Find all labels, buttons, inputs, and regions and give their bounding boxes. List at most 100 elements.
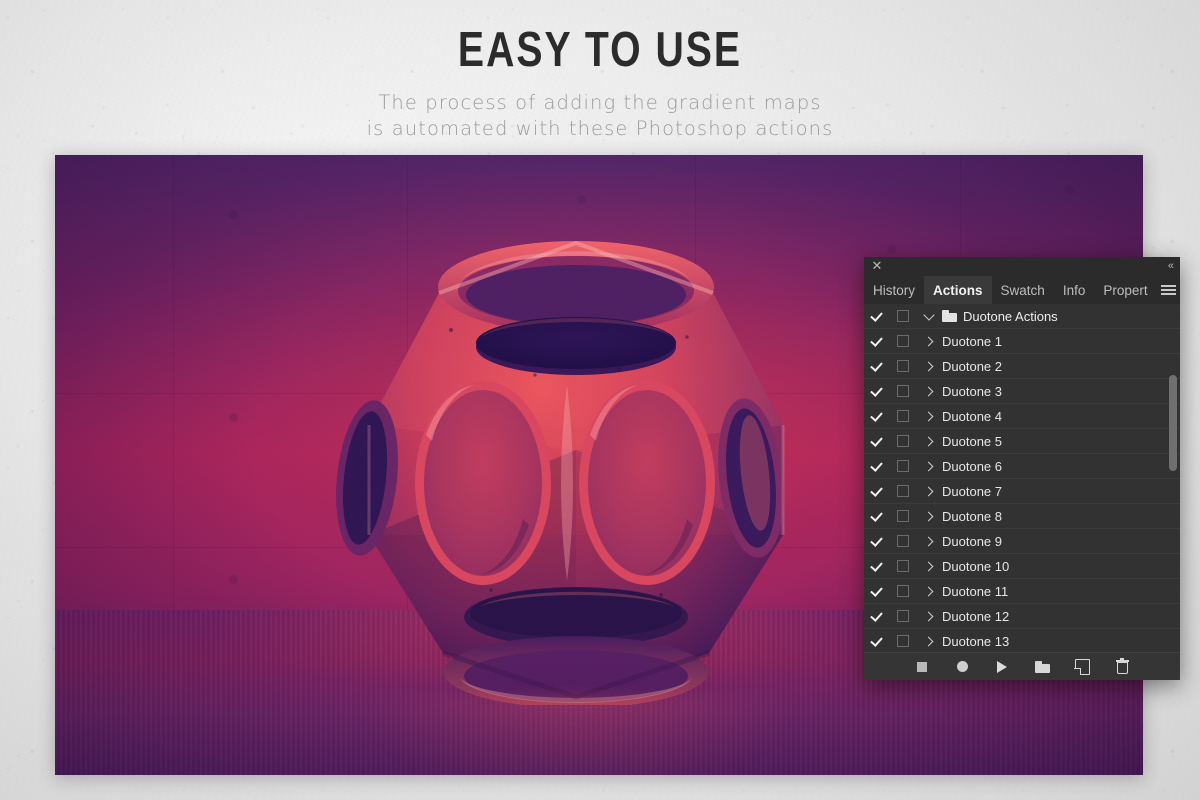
expand-collapse-toggle[interactable] bbox=[916, 563, 942, 570]
row-dialog-toggle[interactable] bbox=[890, 310, 916, 322]
table-row[interactable]: Duotone 7 bbox=[864, 479, 1180, 504]
row-content: Duotone Actions bbox=[942, 309, 1180, 324]
actions-list[interactable]: Duotone Actions Duotone 1 Duotone 2 bbox=[864, 304, 1180, 652]
row-enabled-toggle[interactable] bbox=[864, 610, 890, 622]
expand-collapse-toggle[interactable] bbox=[916, 513, 942, 520]
table-row[interactable]: Duotone 9 bbox=[864, 529, 1180, 554]
expand-collapse-toggle[interactable] bbox=[916, 311, 942, 322]
expand-collapse-toggle[interactable] bbox=[916, 613, 942, 620]
table-row[interactable]: Duotone 3 bbox=[864, 379, 1180, 404]
row-enabled-toggle[interactable] bbox=[864, 310, 890, 322]
tab-actions[interactable]: Actions bbox=[924, 276, 992, 304]
expand-collapse-toggle[interactable] bbox=[916, 538, 942, 545]
chevron-right-icon bbox=[923, 561, 933, 571]
close-icon[interactable]: ✕ bbox=[870, 259, 884, 273]
chevron-right-icon bbox=[923, 361, 933, 371]
action-label: Duotone 8 bbox=[942, 509, 1002, 524]
create-new-action-button[interactable] bbox=[1073, 658, 1091, 676]
checkmark-icon bbox=[871, 460, 883, 472]
checkmark-icon bbox=[871, 610, 883, 622]
row-enabled-toggle[interactable] bbox=[864, 485, 890, 497]
row-dialog-toggle[interactable] bbox=[890, 635, 916, 647]
table-row[interactable]: Duotone 10 bbox=[864, 554, 1180, 579]
panel-tab-bar: History Actions Swatch Info Propert bbox=[864, 276, 1180, 304]
table-row[interactable]: Duotone 4 bbox=[864, 404, 1180, 429]
row-content: Duotone 10 bbox=[942, 559, 1180, 574]
tab-properties[interactable]: Propert bbox=[1094, 276, 1156, 304]
row-enabled-toggle[interactable] bbox=[864, 360, 890, 372]
expand-collapse-toggle[interactable] bbox=[916, 488, 942, 495]
row-enabled-toggle[interactable] bbox=[864, 410, 890, 422]
table-row[interactable]: Duotone 2 bbox=[864, 354, 1180, 379]
row-enabled-toggle[interactable] bbox=[864, 385, 890, 397]
actions-set-row[interactable]: Duotone Actions bbox=[864, 304, 1180, 329]
row-dialog-toggle[interactable] bbox=[890, 360, 916, 372]
dialog-checkbox-icon bbox=[897, 410, 909, 422]
expand-collapse-toggle[interactable] bbox=[916, 363, 942, 370]
chevron-right-icon bbox=[923, 461, 933, 471]
row-dialog-toggle[interactable] bbox=[890, 535, 916, 547]
table-row[interactable]: Duotone 6 bbox=[864, 454, 1180, 479]
record-circle-icon bbox=[957, 661, 968, 672]
panel-menu-hamburger-icon[interactable] bbox=[1157, 276, 1185, 304]
table-row[interactable]: Duotone 12 bbox=[864, 604, 1180, 629]
chevron-right-icon bbox=[923, 436, 933, 446]
expand-collapse-toggle[interactable] bbox=[916, 338, 942, 345]
table-row[interactable]: Duotone 1 bbox=[864, 329, 1180, 354]
row-dialog-toggle[interactable] bbox=[890, 585, 916, 597]
delete-button[interactable] bbox=[1113, 658, 1131, 676]
row-enabled-toggle[interactable] bbox=[864, 560, 890, 572]
dialog-checkbox-icon bbox=[897, 585, 909, 597]
row-dialog-toggle[interactable] bbox=[890, 385, 916, 397]
collapse-double-chevron-icon[interactable]: « bbox=[1168, 260, 1173, 272]
row-dialog-toggle[interactable] bbox=[890, 435, 916, 447]
expand-collapse-toggle[interactable] bbox=[916, 588, 942, 595]
row-dialog-toggle[interactable] bbox=[890, 510, 916, 522]
checkmark-icon bbox=[871, 410, 883, 422]
begin-recording-button[interactable] bbox=[953, 658, 971, 676]
expand-collapse-toggle[interactable] bbox=[916, 438, 942, 445]
hero-text-block: EASY TO USE The process of adding the gr… bbox=[0, 26, 1200, 142]
actions-panel-toolbar bbox=[864, 652, 1180, 680]
tab-history[interactable]: History bbox=[864, 276, 924, 304]
scrollbar-thumb[interactable] bbox=[1169, 375, 1177, 471]
row-dialog-toggle[interactable] bbox=[890, 560, 916, 572]
new-page-icon bbox=[1075, 659, 1090, 675]
actions-list-scrollbar[interactable] bbox=[1169, 306, 1177, 650]
stop-playing-button[interactable] bbox=[913, 658, 931, 676]
checkmark-icon bbox=[871, 635, 883, 647]
expand-collapse-toggle[interactable] bbox=[916, 388, 942, 395]
expand-collapse-toggle[interactable] bbox=[916, 413, 942, 420]
table-row[interactable]: Duotone 5 bbox=[864, 429, 1180, 454]
row-enabled-toggle[interactable] bbox=[864, 335, 890, 347]
row-enabled-toggle[interactable] bbox=[864, 535, 890, 547]
table-row[interactable]: Duotone 13 bbox=[864, 629, 1180, 652]
row-enabled-toggle[interactable] bbox=[864, 635, 890, 647]
play-selection-button[interactable] bbox=[993, 658, 1011, 676]
row-enabled-toggle[interactable] bbox=[864, 585, 890, 597]
trash-icon bbox=[1116, 659, 1129, 674]
row-enabled-toggle[interactable] bbox=[864, 510, 890, 522]
dialog-checkbox-icon bbox=[897, 635, 909, 647]
chevron-right-icon bbox=[923, 411, 933, 421]
chevron-right-icon bbox=[923, 511, 933, 521]
table-row[interactable]: Duotone 8 bbox=[864, 504, 1180, 529]
hero-subtitle-line-1: The process of adding the gradient maps bbox=[0, 90, 1200, 116]
row-enabled-toggle[interactable] bbox=[864, 460, 890, 472]
row-content: Duotone 9 bbox=[942, 534, 1180, 549]
expand-collapse-toggle[interactable] bbox=[916, 463, 942, 470]
dialog-checkbox-icon bbox=[897, 510, 909, 522]
table-row[interactable]: Duotone 11 bbox=[864, 579, 1180, 604]
checkmark-icon bbox=[871, 535, 883, 547]
row-dialog-toggle[interactable] bbox=[890, 485, 916, 497]
create-new-set-button[interactable] bbox=[1033, 658, 1051, 676]
row-dialog-toggle[interactable] bbox=[890, 460, 916, 472]
row-dialog-toggle[interactable] bbox=[890, 610, 916, 622]
action-label: Duotone 4 bbox=[942, 409, 1002, 424]
tab-info[interactable]: Info bbox=[1054, 276, 1095, 304]
tab-swatch[interactable]: Swatch bbox=[992, 276, 1054, 304]
expand-collapse-toggle[interactable] bbox=[916, 638, 942, 645]
row-dialog-toggle[interactable] bbox=[890, 335, 916, 347]
row-dialog-toggle[interactable] bbox=[890, 410, 916, 422]
row-enabled-toggle[interactable] bbox=[864, 435, 890, 447]
